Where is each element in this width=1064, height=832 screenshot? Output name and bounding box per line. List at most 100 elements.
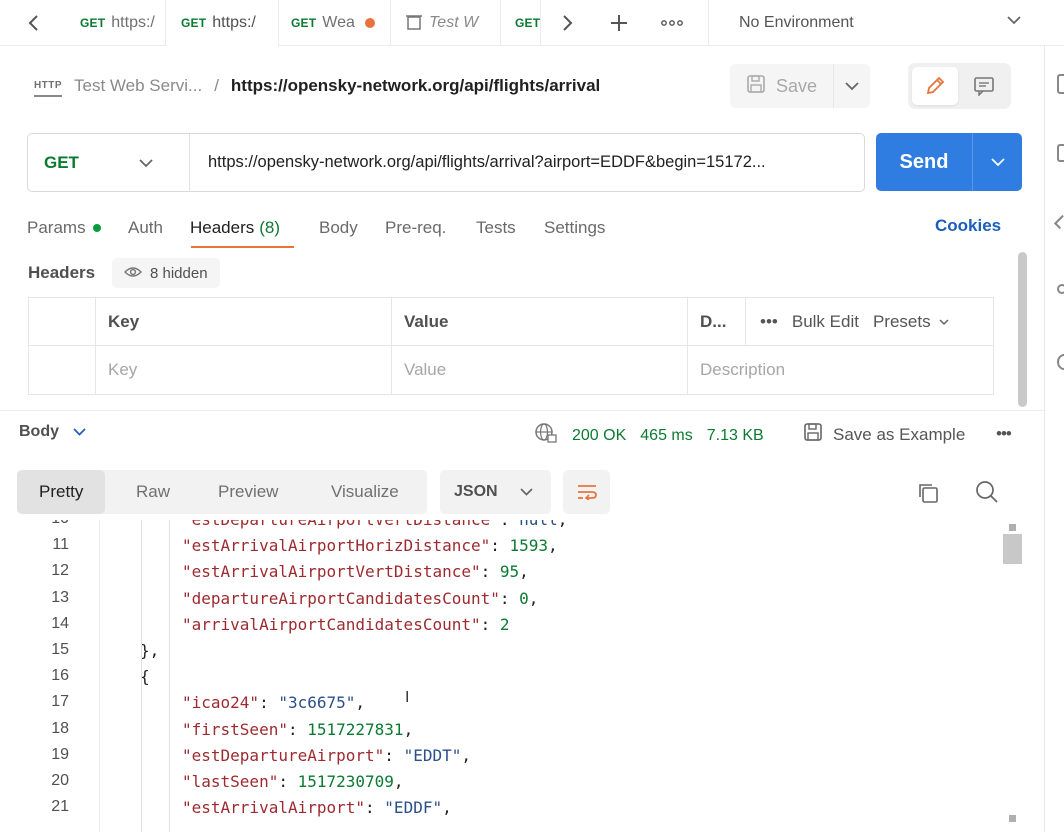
wrap-lines-icon[interactable] [563,470,610,514]
view-raw[interactable]: Raw [136,470,170,514]
request-name[interactable]: https://opensky-network.org/api/flights/… [231,76,600,96]
url-input[interactable]: https://opensky-network.org/api/flights/… [190,153,850,172]
line-number: 20 [51,772,69,789]
tab-params[interactable]: Params [27,208,101,248]
search-icon[interactable] [975,480,999,509]
request-url-bar: GET https://opensky-network.org/api/flig… [27,133,865,192]
presets-label: Presets [872,312,931,331]
view-preview[interactable]: Preview [218,470,278,514]
request-tab-3[interactable]: GET Wea [277,0,391,46]
request-tab-1[interactable]: GET https:/ [66,0,166,46]
tabs-forward-chevron-icon[interactable] [552,0,582,46]
comments-icon[interactable] [1057,144,1064,162]
cookies-link[interactable]: Cookies [935,216,1001,236]
row-checkbox[interactable] [29,346,95,394]
scroll-thumb[interactable] [1003,534,1022,564]
column-description: D... [687,298,745,346]
chevron-down-icon [139,153,153,173]
code-line: "estArrivalAirport": "EDDF", [182,798,452,818]
tab-method: GET [291,16,317,30]
request-tab-4[interactable]: Test W [391,0,501,46]
tab-title: https:/ [111,14,155,31]
line-number: 21 [51,798,69,816]
scroll-down-arrow-icon[interactable] [1009,815,1016,822]
right-sidebar [1044,46,1064,832]
view-pretty[interactable]: Pretty [17,470,106,514]
tab-prereq[interactable]: Pre-req. [385,208,446,248]
settings-gear-icon[interactable] [1057,284,1064,294]
save-options-chevron-icon[interactable] [834,64,870,108]
environment-selector[interactable]: No Environment [708,0,1044,46]
tab-auth[interactable]: Auth [128,208,163,248]
chevron-down-icon [1006,12,1022,30]
request-pane-scrollbar[interactable] [1018,252,1027,407]
line-number: 12 [51,562,69,580]
send-label: Send [899,150,949,173]
scroll-up-arrow-icon[interactable] [1009,524,1016,531]
hidden-headers-toggle[interactable]: 8 hidden [112,258,220,288]
save-button[interactable]: Save [730,64,834,108]
response-code-view[interactable]: 10 "estDepartureAirportVertDistance": nul… [0,520,1000,832]
response-size[interactable]: 7.13 KB [707,427,764,445]
tab-auth-label: Auth [128,218,163,237]
comment-mode-icon[interactable] [962,67,1008,105]
documentation-icon[interactable] [1057,74,1064,94]
tab-params-label: Params [27,218,86,237]
table-header-row: Key Value D... ••• Bulk Edit Presets [29,298,993,346]
tab-settings[interactable]: Settings [544,208,605,248]
code-scrollbar[interactable] [1003,522,1023,832]
chevron-down-icon [519,488,533,496]
tab-title: Test W [429,14,479,31]
tab-settings-label: Settings [544,218,606,237]
column-value: Value [391,298,687,346]
response-time[interactable]: 465 ms [640,427,692,445]
response-more-icon[interactable]: ••• [996,424,1012,444]
response-body-dropdown[interactable]: Body [19,423,86,441]
code-line: "estDepartureAirportVertDistance": null, [182,520,567,529]
format-dropdown[interactable]: JSON [440,470,551,514]
save-group: Save [730,64,870,108]
copy-icon[interactable] [916,481,940,510]
tab-title: Wea [322,14,355,31]
edit-mode-pencil-icon[interactable] [912,67,958,105]
line-number: 17 [51,693,69,711]
tab-headers[interactable]: Headers (8) [190,208,280,248]
floppy-disk-icon [803,422,823,447]
save-as-example-button[interactable]: Save as Example [803,422,965,447]
new-tab-plus-icon[interactable] [604,0,634,46]
tab-options-more-icon[interactable] [654,0,690,46]
send-options-chevron-icon[interactable] [973,157,1022,167]
presets-dropdown[interactable]: Presets [873,312,949,332]
status-code[interactable]: 200 OK [572,427,626,445]
view-visualize[interactable]: Visualize [331,470,399,514]
value-input[interactable]: Value [391,346,687,394]
pane-divider[interactable] [0,410,1044,411]
code-icon[interactable] [1053,214,1064,230]
http-method-select[interactable]: GET [28,134,190,191]
request-tab-2[interactable]: GET https:/ [167,0,279,46]
tab-title: https:/ [212,14,256,31]
tab-tests[interactable]: Tests [476,208,516,248]
bulk-edit-button[interactable]: Bulk Edit [792,312,859,332]
more-options-icon[interactable]: ••• [760,312,778,332]
line-number: 18 [51,719,69,737]
breadcrumb: HTTP Test Web Servi... / https://opensky… [34,66,600,106]
tabs-back-chevron-icon[interactable] [18,0,50,46]
description-input[interactable]: Description [687,346,993,394]
info-icon[interactable] [1057,354,1064,370]
line-number: 15 [51,641,69,658]
globe-lock-icon[interactable] [534,422,558,449]
tab-body[interactable]: Body [319,208,358,248]
key-input[interactable]: Key [95,346,391,394]
floppy-disk-icon [746,74,766,99]
request-tab-5[interactable]: GET [501,0,541,46]
chevron-down-icon [939,318,949,325]
send-button[interactable]: Send [876,133,1022,191]
indent-guide [141,520,142,832]
breadcrumb-collection[interactable]: Test Web Servi... [74,76,202,96]
column-key: Key [95,298,391,346]
code-line: "departureAirportCandidatesCount": 0, [182,588,539,608]
code-line: "firstSeen": 1517227831, [182,719,414,739]
mode-toggle [908,63,1011,109]
tab-body-label: Body [319,218,358,237]
